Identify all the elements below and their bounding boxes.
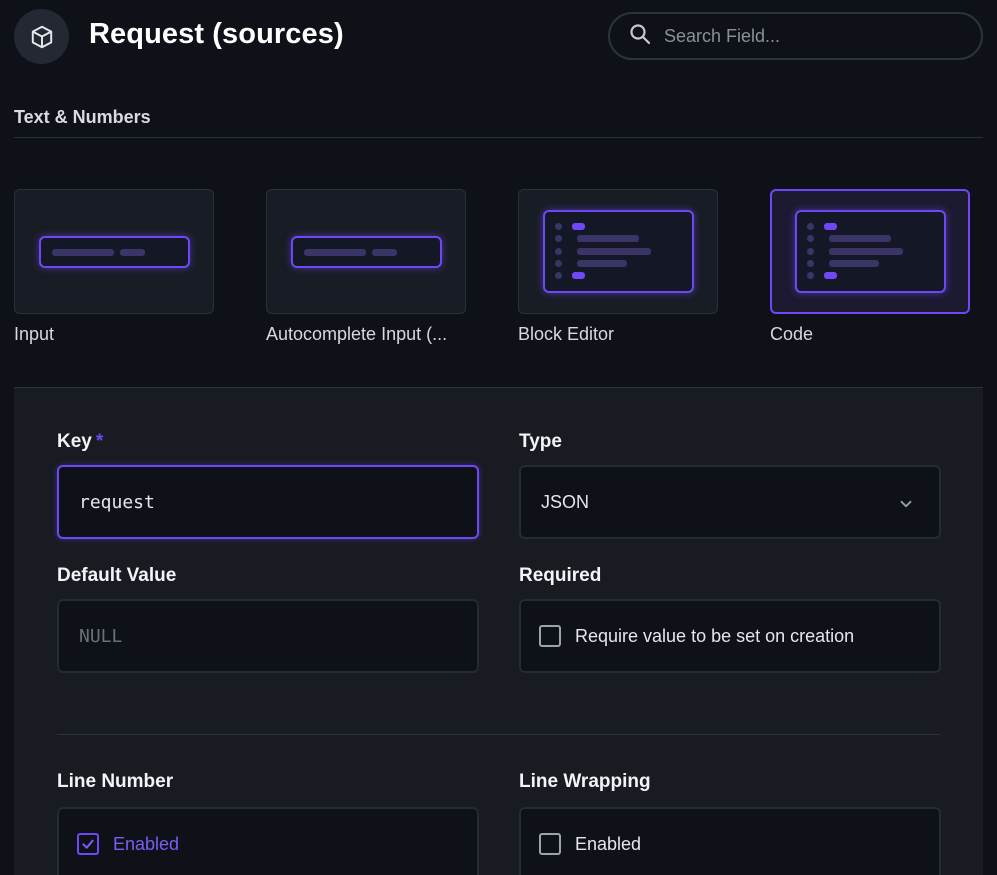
interface-tile-code[interactable]: Code xyxy=(770,189,970,345)
default-value-label: Default Value xyxy=(57,565,177,586)
editor-preview-graphic xyxy=(543,210,694,293)
interface-preview xyxy=(518,189,718,314)
interface-preview xyxy=(266,189,466,314)
key-value: request xyxy=(79,491,155,513)
interface-label: Block Editor xyxy=(518,324,615,344)
interface-label: Input xyxy=(14,324,55,344)
input-preview-graphic xyxy=(291,236,442,268)
line-number-checkbox-field[interactable]: Enabled xyxy=(57,807,479,875)
line-wrapping-checkbox-field[interactable]: Enabled xyxy=(519,807,941,875)
interface-preview xyxy=(14,189,214,314)
line-wrapping-label: Line Wrapping xyxy=(519,771,651,792)
cube-icon xyxy=(14,9,69,64)
required-marker: * xyxy=(95,431,104,452)
line-wrapping-checkbox-label: Enabled xyxy=(575,833,642,854)
interface-label: Autocomplete Input (... xyxy=(266,324,448,344)
search-icon xyxy=(628,22,652,51)
type-select[interactable]: JSON xyxy=(519,465,941,539)
interface-label: Code xyxy=(770,324,814,344)
interface-tile-block-editor[interactable]: Block Editor xyxy=(518,189,718,345)
section-divider xyxy=(57,734,940,735)
line-wrapping-checkbox[interactable] xyxy=(539,833,561,855)
section-divider xyxy=(14,137,983,138)
line-number-checkbox-label: Enabled xyxy=(113,833,180,854)
input-preview-graphic xyxy=(39,236,190,268)
header: Request (sources) xyxy=(0,0,997,74)
required-checkbox-label: Require value to be set on creation xyxy=(575,625,855,646)
required-checkbox-field[interactable]: Require value to be set on creation xyxy=(519,599,941,673)
default-value-input[interactable]: NULL xyxy=(57,599,479,673)
page-title: Request (sources) xyxy=(89,18,344,50)
interface-tile-input[interactable]: Input xyxy=(14,189,214,345)
line-number-label: Line Number xyxy=(57,771,174,792)
line-number-checkbox[interactable] xyxy=(77,833,99,855)
default-value-placeholder: NULL xyxy=(79,625,123,647)
interface-tile-autocomplete-input[interactable]: Autocomplete Input (... xyxy=(266,189,466,345)
check-icon xyxy=(82,839,94,849)
required-checkbox[interactable] xyxy=(539,625,561,647)
required-label: Required xyxy=(519,565,602,586)
type-value: JSON xyxy=(541,491,590,512)
editor-preview-graphic xyxy=(795,210,946,293)
interface-preview xyxy=(770,189,970,314)
key-label: Key * xyxy=(57,431,104,452)
section-title: Text & Numbers xyxy=(14,107,151,127)
search-input[interactable] xyxy=(664,25,964,47)
chevron-down-icon xyxy=(897,495,915,518)
key-input[interactable]: request xyxy=(57,465,479,539)
type-label: Type xyxy=(519,431,562,452)
search-field[interactable] xyxy=(608,12,983,60)
